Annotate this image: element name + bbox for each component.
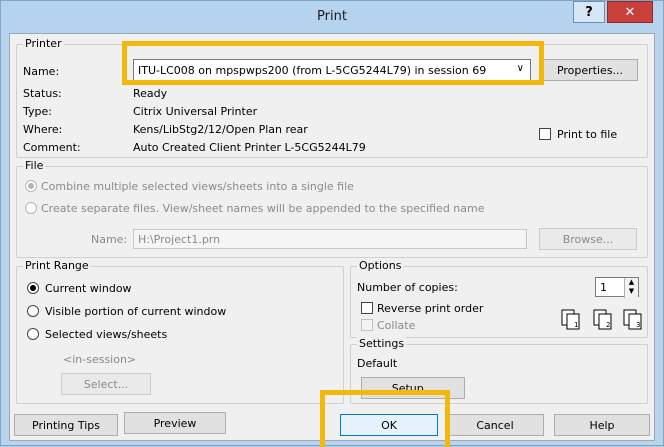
reverse-order-label: Reverse print order [377,302,484,315]
printer-name-select[interactable]: ITU-LC008 on mpspwps200 (from L-5CG5244L… [133,59,531,81]
combine-label: Combine multiple selected views/sheets i… [41,180,354,193]
browse-button[interactable]: Browse... [539,228,637,250]
printer-name-label: Name: [23,65,60,78]
svg-text:3: 3 [636,321,640,329]
svg-text:1: 1 [574,321,578,329]
printing-tips-button[interactable]: Printing Tips [14,414,118,436]
close-button[interactable]: ✕ [607,1,653,23]
type-label: Type: [23,105,52,118]
where-label: Where: [23,123,63,136]
separate-label: Create separate files. View/sheet names … [41,202,485,215]
print-range-group: Print Range Current window Visible porti… [16,259,344,404]
window-title: Print [317,9,347,24]
file-group-title: File [23,159,46,172]
collate-label: Collate [377,319,416,332]
combine-radio[interactable] [25,180,37,192]
ok-button[interactable]: OK [340,414,438,436]
preview-button[interactable]: Preview [124,412,226,434]
options-group: Options Number of copies: 1 ▲ ▼ Reverse p… [350,259,648,338]
collate-page-1-icon: 1 [561,309,580,330]
copies-value: 1 [600,280,607,294]
reverse-order-checkbox[interactable] [361,302,373,314]
help-title-button[interactable]: ? [573,1,605,23]
comment-value: Auto Created Client Printer L-5CG5244L79 [133,141,366,154]
copies-label: Number of copies: [357,281,458,294]
print-dialog: Print ? ✕ Printer Name: ITU-LC008 on mps… [0,0,664,447]
print-to-file-checkbox[interactable] [539,128,551,140]
current-window-label: Current window [45,282,132,295]
separate-radio[interactable] [25,202,37,214]
settings-value: Default [357,357,398,370]
collate-page-2-icon: 2 [593,309,612,330]
chevron-down-icon: ∨ [516,63,524,74]
where-value: Kens/LibStg2/12/Open Plan rear [133,123,308,136]
visible-portion-label: Visible portion of current window [45,305,227,318]
selected-views-label: Selected views/sheets [45,328,168,341]
dialog-body: Printer Name: ITU-LC008 on mpspwps200 (f… [9,33,655,441]
properties-button[interactable]: Properties... [542,59,638,81]
file-name-input[interactable]: H:\Project1.prn [133,229,527,249]
collate-page-3-icon: 3 [623,309,642,330]
in-session-label: <in-session> [63,353,137,366]
selected-views-radio[interactable] [27,328,39,340]
copies-input[interactable]: 1 ▲ ▼ [595,277,639,298]
visible-portion-radio[interactable] [27,305,39,317]
help-button[interactable]: Help [554,414,650,436]
type-value: Citrix Universal Printer [133,105,258,118]
collate-checkbox[interactable] [361,319,373,331]
settings-group-title: Settings [357,337,407,350]
svg-text:2: 2 [606,321,610,329]
title-bar: Print ? ✕ [1,1,663,33]
print-to-file-label: Print to file [557,128,618,141]
file-group: File Combine multiple selected views/she… [16,159,648,258]
status-value: Ready [133,87,168,100]
select-button[interactable]: Select... [61,373,151,395]
status-label: Status: [23,87,62,100]
print-range-group-title: Print Range [23,259,91,272]
settings-group: Settings Default Setup... [350,337,648,404]
cancel-button[interactable]: Cancel [446,414,544,436]
printer-group: Printer Name: ITU-LC008 on mpspwps200 (f… [16,37,648,158]
comment-label: Comment: [23,141,81,154]
printer-name-value: ITU-LC008 on mpspwps200 (from L-5CG5244L… [138,63,487,77]
spinner-arrows-icon[interactable]: ▲ ▼ [624,278,638,298]
printer-group-title: Printer [23,37,64,50]
options-group-title: Options [357,259,404,272]
current-window-radio[interactable] [27,282,39,294]
setup-button[interactable]: Setup... [361,377,465,399]
file-name-label: Name: [91,233,128,246]
